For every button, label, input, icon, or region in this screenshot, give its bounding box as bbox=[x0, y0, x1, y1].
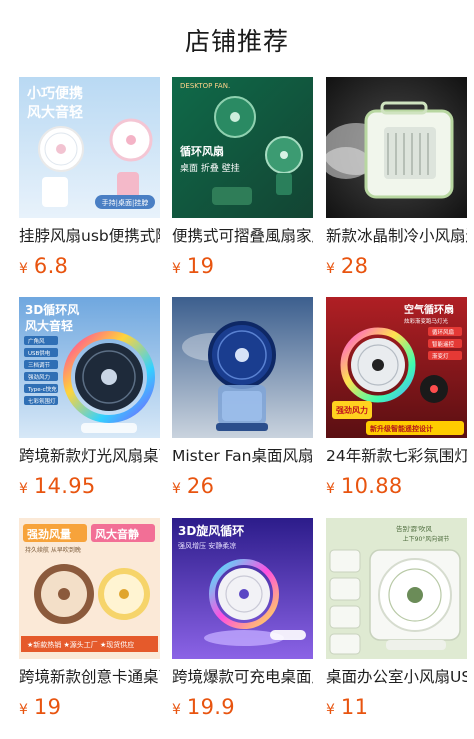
product-card[interactable]: DESKTOP FAN. 循环风扇 桌面 折叠 壁挂 便携式可摺叠風扇家用 ¥ … bbox=[172, 77, 313, 287]
blue-spray-fan-image[interactable] bbox=[172, 297, 313, 438]
rgb-circulation-fan-image[interactable]: 3D循环风 风大音轻 广角风 USB供电 三档调节 强劲风力 Type-c快充 bbox=[19, 297, 160, 438]
image-badge: 强劲风力 bbox=[336, 405, 368, 415]
product-price: ¥ 19 bbox=[172, 254, 313, 280]
image-banner: ★新款热销 ★源头工厂 ★现货供应 bbox=[27, 640, 134, 649]
currency-symbol: ¥ bbox=[326, 702, 335, 718]
overlay-line: 风大音静 bbox=[95, 527, 139, 541]
purple-rgb-fan-image[interactable]: 3D旋风循环 强风增压 安静柔凉 bbox=[172, 518, 313, 659]
feature-label: 渐变灯 bbox=[432, 352, 449, 360]
price-value: 11 bbox=[340, 695, 369, 719]
feature-label: Type-c快充 bbox=[27, 385, 57, 393]
product-name[interactable]: 新款冰晶制冷小风扇迷你 bbox=[326, 225, 467, 247]
currency-symbol: ¥ bbox=[19, 261, 28, 277]
feature-label: 强劲风力 bbox=[28, 373, 50, 381]
overlay-line: 3D旋风循环 bbox=[178, 523, 244, 538]
cartoon-fan-image[interactable]: 强劲风量 风大音静 持久续航 从早吹到晚 ★新款热销 ★源头工厂 ★现货供应 bbox=[19, 518, 160, 659]
product-price: ¥ 10.88 bbox=[326, 474, 467, 500]
overlay-line: 炫彩渐变跑马灯光 bbox=[404, 317, 449, 325]
product-name[interactable]: 跨境新款创意卡通桌面风 bbox=[19, 666, 160, 688]
product-name[interactable]: 桌面办公室小风扇USB bbox=[326, 666, 467, 688]
overlay-line: 上下90°风向调节 bbox=[403, 535, 450, 543]
overlay-line: 空气循环扇 bbox=[404, 303, 454, 316]
feature-label: USB供电 bbox=[28, 349, 51, 357]
price-value: 28 bbox=[340, 254, 369, 278]
price-value: 19.9 bbox=[186, 695, 235, 719]
product-card[interactable]: 告别'孬'吹风 上下90°风向调节 桌面办公室小风扇USB ¥ 11 bbox=[326, 518, 467, 728]
product-grid: 小巧便携 风大音轻 手持|桌面|挂脖 挂脖风扇usb便携式随身 ¥ bbox=[0, 0, 474, 739]
price-value: 10.88 bbox=[340, 474, 403, 498]
image-banner: 新升级智能遥控设计 bbox=[370, 424, 433, 433]
product-name[interactable]: 24年新款七彩氛围灯风扇 bbox=[326, 445, 467, 467]
feature-label: 七彩氛围灯 bbox=[28, 397, 56, 405]
currency-symbol: ¥ bbox=[172, 702, 181, 718]
product-price: ¥ 6.8 bbox=[19, 254, 160, 280]
remote-rgb-fan-image[interactable]: 空气循环扇 炫彩渐变跑马灯光 循环风扇 智能遥控 渐变灯 强劲风力 新升级智能遥… bbox=[326, 297, 467, 438]
price-value: 6.8 bbox=[33, 254, 69, 278]
image-sub: 持久续航 从早吹到晚 bbox=[25, 546, 81, 554]
product-name[interactable]: 便携式可摺叠風扇家用 bbox=[172, 225, 313, 247]
product-price: ¥ 11 bbox=[326, 695, 467, 721]
overlay-line: 循环风扇 bbox=[180, 144, 224, 158]
product-name[interactable]: 挂脖风扇usb便携式随身 bbox=[19, 225, 160, 247]
product-price: ¥ 28 bbox=[326, 254, 467, 280]
product-price: ¥ 19 bbox=[19, 695, 160, 721]
price-value: 14.95 bbox=[33, 474, 96, 498]
overlay-line: 3D循环风 bbox=[25, 302, 79, 317]
product-card[interactable]: 强劲风量 风大音静 持久续航 从早吹到晚 ★新款热销 ★源头工厂 ★现货供应 跨… bbox=[19, 518, 160, 728]
pink-desk-fan-image[interactable]: 小巧便携 风大音轻 手持|桌面|挂脖 bbox=[19, 77, 160, 218]
overlay-line: 小巧便携 bbox=[27, 85, 83, 102]
overlay-line: 强劲风量 bbox=[27, 527, 71, 541]
product-name[interactable]: Mister Fan桌面风扇喷雾 bbox=[172, 445, 313, 467]
product-price: ¥ 14.95 bbox=[19, 474, 160, 500]
feature-label: 循环风扇 bbox=[432, 328, 454, 336]
product-name[interactable]: 跨境爆款可充电桌面风扇 bbox=[172, 666, 313, 688]
price-value: 19 bbox=[186, 254, 215, 278]
currency-symbol: ¥ bbox=[326, 481, 335, 497]
product-card[interactable]: 新款冰晶制冷小风扇迷你 ¥ 28 bbox=[326, 77, 467, 287]
price-value: 19 bbox=[33, 695, 62, 719]
feature-label: 智能遥控 bbox=[432, 340, 455, 348]
store-recommendation-page: 店铺推荐 小巧便携 风大音轻 手持|桌面|挂脖 挂脖风扇usb便携式 ¥ 6.8… bbox=[0, 0, 474, 739]
overlay-line: 告别'孬'吹风 bbox=[396, 524, 433, 533]
currency-symbol: ¥ bbox=[19, 481, 28, 497]
product-card[interactable]: Mister Fan桌面风扇喷雾 ¥ 26 bbox=[172, 297, 313, 507]
product-card[interactable]: 3D循环风 风大音轻 广角风 USB供电 三档调节 强劲风力 Type-c快充 bbox=[19, 297, 160, 507]
product-card[interactable]: 3D旋风循环 强风增压 安静柔凉 跨境爆款可充电桌面风扇 ¥ 19.9 bbox=[172, 518, 313, 728]
overlay-line: 风大音轻 bbox=[27, 104, 83, 121]
currency-symbol: ¥ bbox=[172, 481, 181, 497]
currency-symbol: ¥ bbox=[172, 261, 181, 277]
product-name[interactable]: 跨境新款灯光风扇桌面 bbox=[19, 445, 160, 467]
product-card[interactable]: 小巧便携 风大音轻 手持|桌面|挂脖 挂脖风扇usb便携式随身 ¥ bbox=[19, 77, 160, 287]
image-tag: 手持|桌面|挂脖 bbox=[102, 198, 149, 207]
green-folding-fan-image[interactable]: DESKTOP FAN. 循环风扇 桌面 折叠 壁挂 bbox=[172, 77, 313, 218]
overlay-line: 风大音轻 bbox=[25, 318, 73, 333]
currency-symbol: ¥ bbox=[326, 261, 335, 277]
feature-label: 三档调节 bbox=[28, 361, 51, 369]
overlay-line: 强风增压 安静柔凉 bbox=[178, 541, 236, 550]
product-card[interactable]: 空气循环扇 炫彩渐变跑马灯光 循环风扇 智能遥控 渐变灯 强劲风力 新升级智能遥… bbox=[326, 297, 467, 507]
white-office-fan-image[interactable]: 告别'孬'吹风 上下90°风向调节 bbox=[326, 518, 467, 659]
product-price: ¥ 19.9 bbox=[172, 695, 313, 721]
mini-air-cooler-image[interactable] bbox=[326, 77, 467, 218]
image-top-text: DESKTOP FAN. bbox=[180, 82, 230, 90]
feature-label: 广角风 bbox=[28, 337, 45, 345]
price-value: 26 bbox=[186, 474, 215, 498]
currency-symbol: ¥ bbox=[19, 702, 28, 718]
product-price: ¥ 26 bbox=[172, 474, 313, 500]
overlay-line: 桌面 折叠 壁挂 bbox=[180, 162, 240, 174]
